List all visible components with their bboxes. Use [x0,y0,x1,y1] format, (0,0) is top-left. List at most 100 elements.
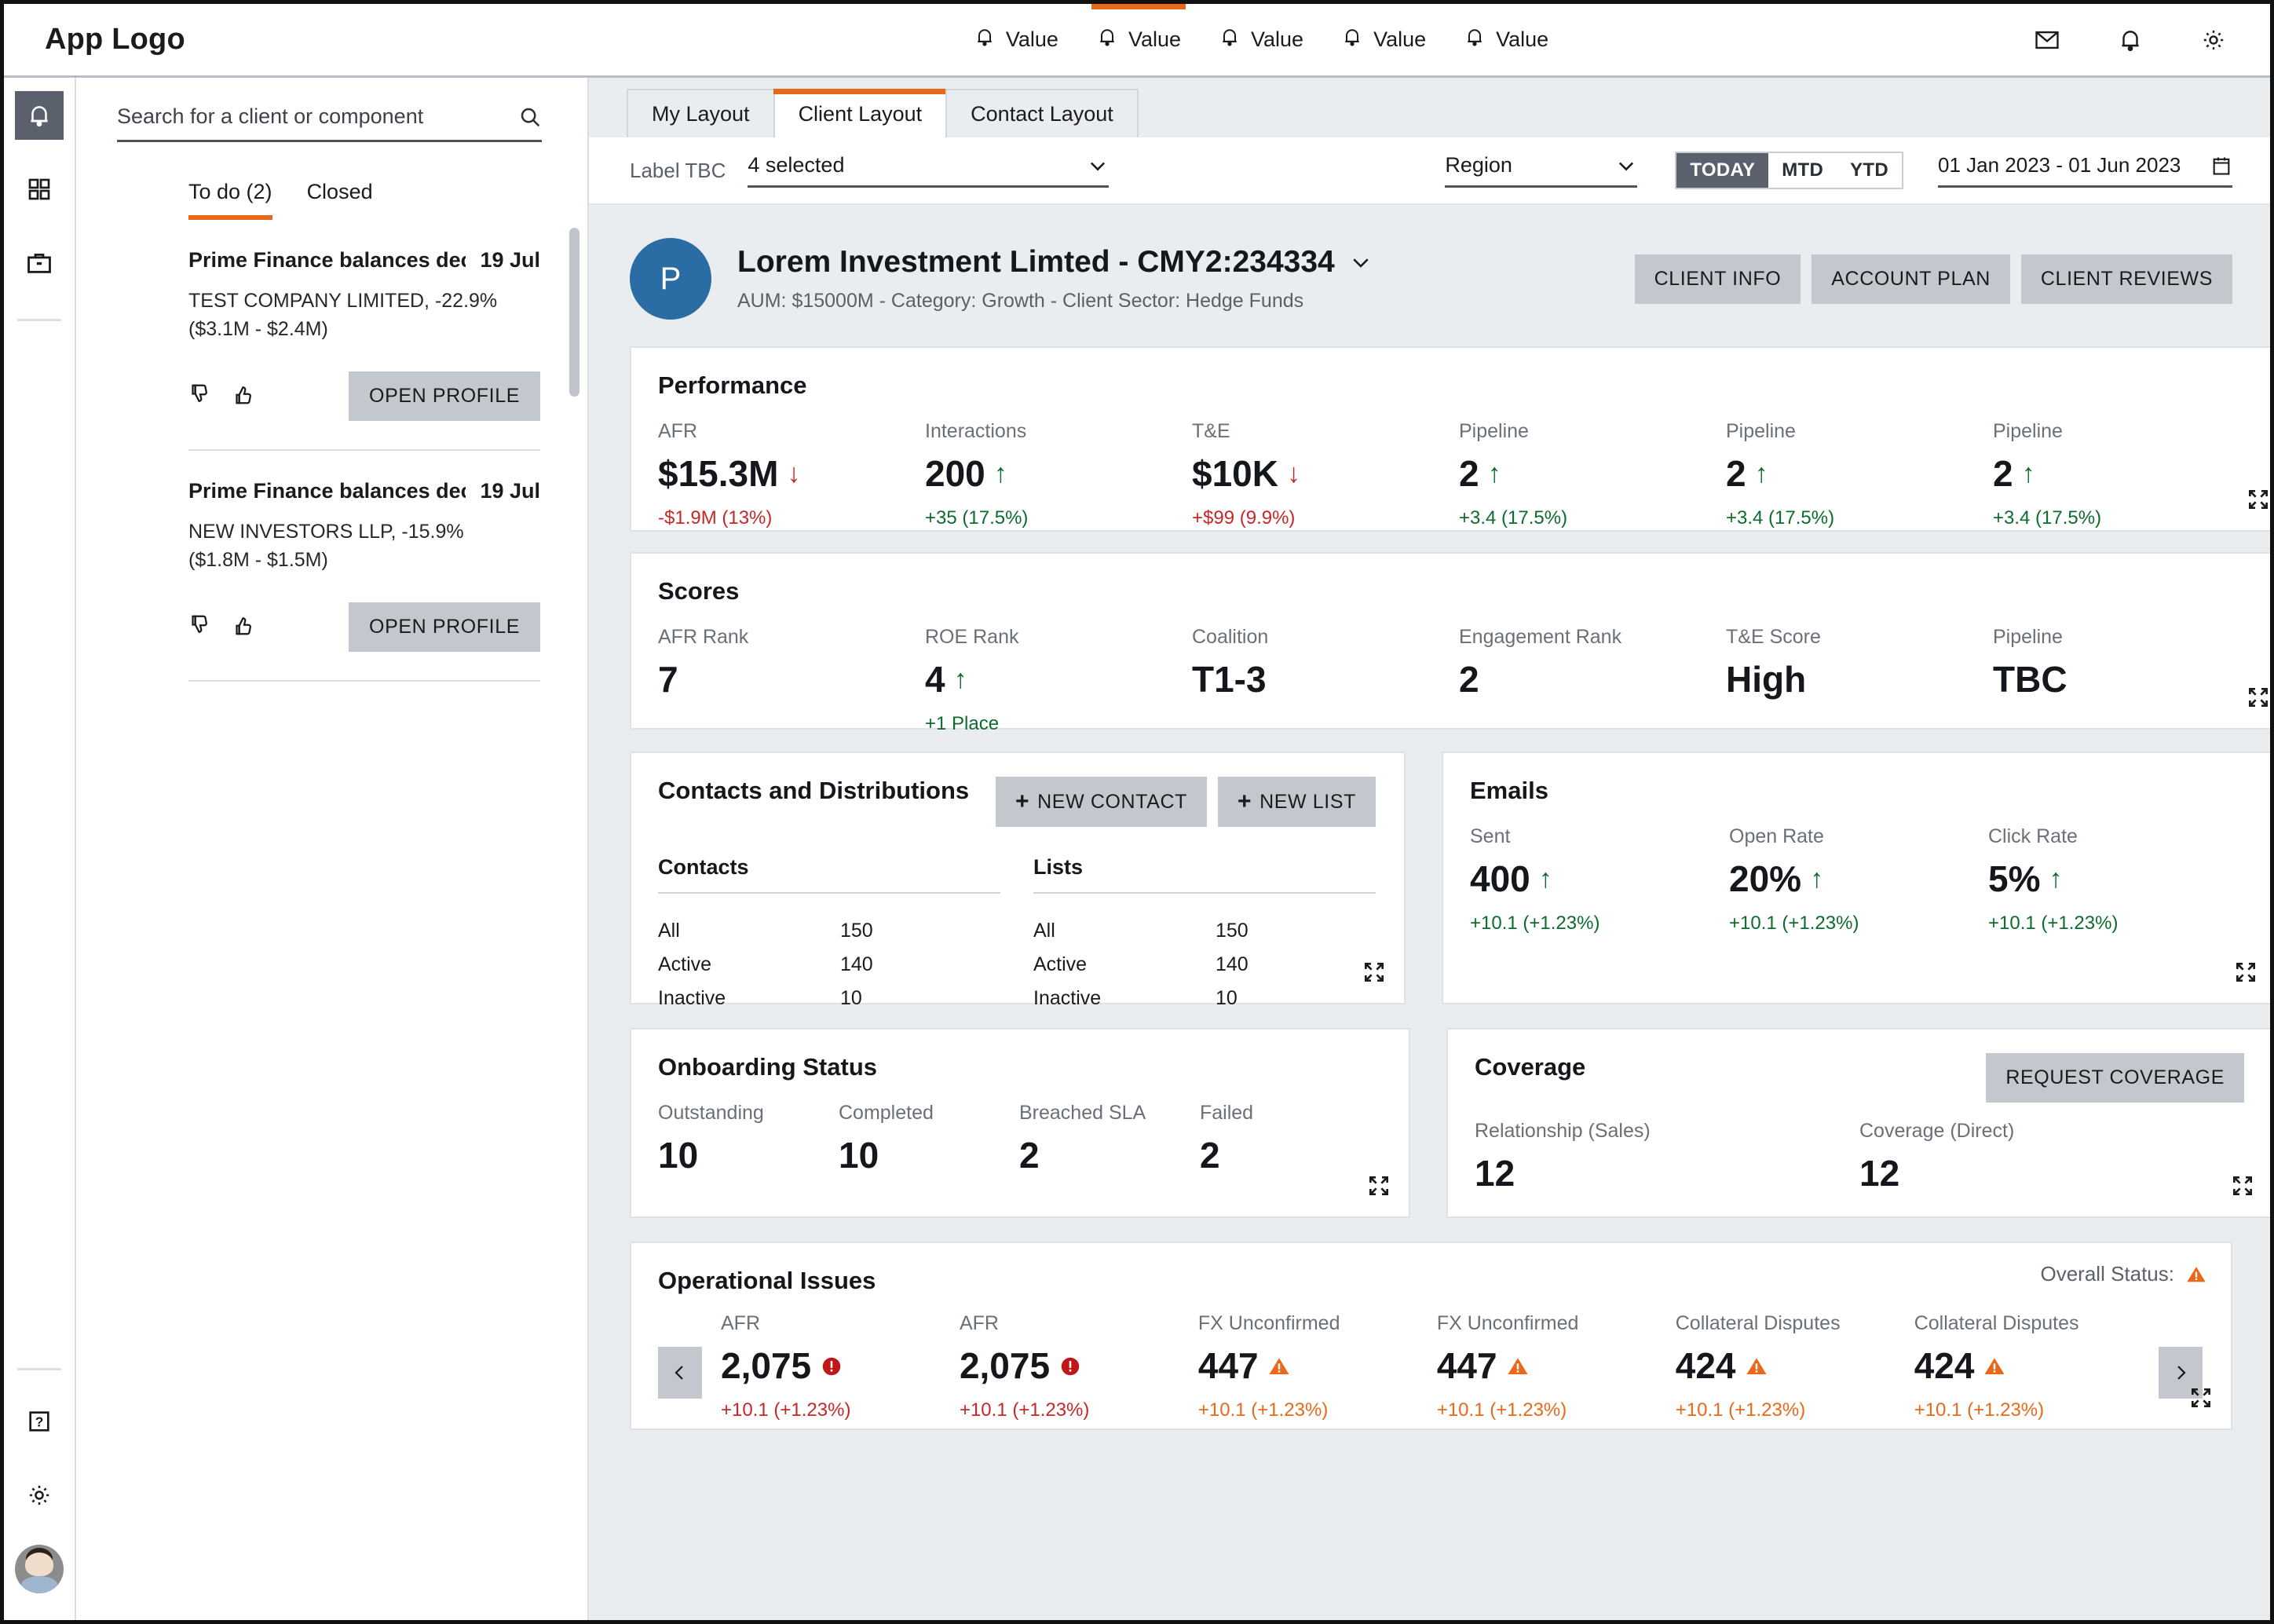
top-nav-item-4[interactable]: Value [1445,4,1567,75]
client-action-1[interactable]: ACCOUNT PLAN [1812,254,2010,304]
metric-value: 4↑ [925,658,1192,700]
metric-number: 424 [1914,1344,1975,1387]
client-action-0[interactable]: CLIENT INFO [1635,254,1801,304]
mail-icon[interactable] [2034,27,2060,53]
bell-icon[interactable] [2117,27,2144,53]
top-nav-item-0[interactable]: Value [955,4,1077,75]
period-button-mtd[interactable]: MTD [1768,153,1837,188]
task-tabs: To do (2) Closed [76,142,587,220]
client-header-actions: CLIENT INFOACCOUNT PLANCLIENT REVIEWS [1635,254,2232,304]
expand-icon[interactable] [1366,1173,1391,1202]
metric-value: $15.3M ↓ [658,452,925,495]
metric-value: 2,075 [721,1344,960,1387]
metric-delta: +10.1 (+1.23%) [1437,1399,1676,1421]
chevron-down-icon [1615,155,1637,177]
region-dropdown[interactable]: Region [1445,153,1637,188]
rail-item-briefcase[interactable] [15,239,64,287]
metric-value: 2↑ [1993,452,2260,495]
metric-label: Open Rate [1729,825,1988,848]
open-profile-button[interactable]: OPEN PROFILE [349,602,540,652]
performance-metric-0: AFR$15.3M↓-$1.9M (13%) [658,420,925,529]
layout-tab-1[interactable]: Client Layout [773,89,948,137]
date-range-picker[interactable]: 01 Jan 2023 - 01 Jun 2023 [1938,153,2232,188]
layout-tab-0[interactable]: My Layout [627,89,775,137]
metric-value: 7 [658,658,925,700]
row-label: Inactive [1033,982,1216,1015]
task-tab-0[interactable]: To do (2) [188,180,272,220]
performance-metric-4: Pipeline2↑+3.4 (17.5%) [1726,420,1993,529]
scores-card: Scores AFR Rank7ROE Rank4↑+1 PlaceCoalit… [630,552,2270,730]
search-box[interactable] [117,104,542,142]
top-nav-item-label: Value [1251,27,1303,52]
row-label: Inactive [658,982,840,1015]
operational-prev-button[interactable] [658,1347,702,1399]
contacts-action-1[interactable]: +NEW LIST [1218,777,1376,827]
arrow-up-icon: ↑ [2049,865,2062,892]
arrow-up-icon: ↑ [994,460,1007,487]
metric-label: AFR [960,1312,1198,1335]
task-title: Prime Finance balances declined... [188,479,466,503]
thumbs-up-icon[interactable] [232,613,276,641]
expand-icon[interactable] [1362,960,1387,989]
metric-number: $15.3M [658,452,778,495]
bell-icon [1341,26,1363,53]
expand-icon[interactable] [2230,1173,2255,1202]
gear-icon[interactable] [15,1471,64,1520]
top-nav-item-3[interactable]: Value [1322,4,1445,75]
rail-item-bell[interactable] [15,91,64,140]
calendar-icon[interactable] [2210,155,2232,177]
metric-label: Pipeline [1459,420,1726,443]
plus-icon: + [1015,790,1029,814]
contacts-column-0: ContactsAll150Active140Inactive10 [658,855,1000,1015]
layout-tab-2[interactable]: Contact Layout [945,89,1139,137]
expand-icon[interactable] [2246,487,2270,516]
warning-triangle-icon [1745,1344,1768,1387]
search-icon[interactable] [518,105,542,129]
metric-label: Pipeline [1993,626,2260,649]
arrow-down-icon: ↓ [787,460,800,487]
metric-label: Sent [1470,825,1729,848]
tasks-panel: To do (2) Closed Prime Finance balances d… [76,78,589,1620]
multiselect-value: 4 selected [748,153,844,177]
contacts-actions: +NEW CONTACT+NEW LIST [996,777,1376,827]
contacts-card: Contacts and Distributions +NEW CONTACT+… [630,752,1406,1004]
thumbs-up-icon[interactable] [232,382,276,410]
metric-value: 200↑ [925,452,1192,495]
list-item: All150 [658,914,1000,948]
thumbs-down-icon[interactable] [188,382,232,410]
client-name-row[interactable]: Lorem Investment Limted - CMY2:234334 [737,245,1373,280]
rail-divider [17,319,61,321]
open-profile-button[interactable]: OPEN PROFILE [349,371,540,421]
avatar[interactable] [15,1545,64,1593]
task-title: Prime Finance balances declined... [188,248,466,272]
thumbs-down-icon[interactable] [188,613,232,641]
app-window: App Logo ValueValueValueValueValue [0,0,2274,1624]
top-nav-item-2[interactable]: Value [1200,4,1322,75]
period-button-today[interactable]: TODAY [1676,153,1768,188]
expand-icon[interactable] [2233,960,2258,989]
overall-status-label: Overall Status: [2040,1262,2174,1286]
contacts-action-0[interactable]: +NEW CONTACT [996,777,1207,827]
metric-number: 5% [1988,858,2040,900]
top-nav-item-1[interactable]: Value [1077,4,1200,75]
search-input[interactable] [117,104,482,129]
task-date: 19 Jul [480,479,540,503]
arrow-up-icon: ↑ [1539,865,1552,892]
chevron-down-icon[interactable] [1349,251,1373,274]
error-icon [1058,1344,1082,1387]
help-icon[interactable]: ? [15,1397,64,1446]
expand-icon[interactable] [2188,1385,2214,1414]
metric-number: $10K [1192,452,1278,495]
task-tab-1[interactable]: Closed [307,180,373,220]
error-icon [820,1344,843,1387]
client-action-2[interactable]: CLIENT REVIEWS [2021,254,2232,304]
multiselect-dropdown[interactable]: 4 selected [748,153,1109,188]
expand-icon[interactable] [2246,685,2270,714]
gear-icon[interactable] [2200,27,2227,53]
row-value: 10 [840,982,862,1015]
metric-value: 2 [1019,1134,1200,1176]
task-description: TEST COMPANY LIMITED, -22.9% ($3.1M - $2… [188,287,526,343]
rail-item-grid[interactable] [15,165,64,214]
request-coverage-button[interactable]: REQUEST COVERAGE [1986,1053,2244,1103]
period-button-ytd[interactable]: YTD [1837,153,1902,188]
